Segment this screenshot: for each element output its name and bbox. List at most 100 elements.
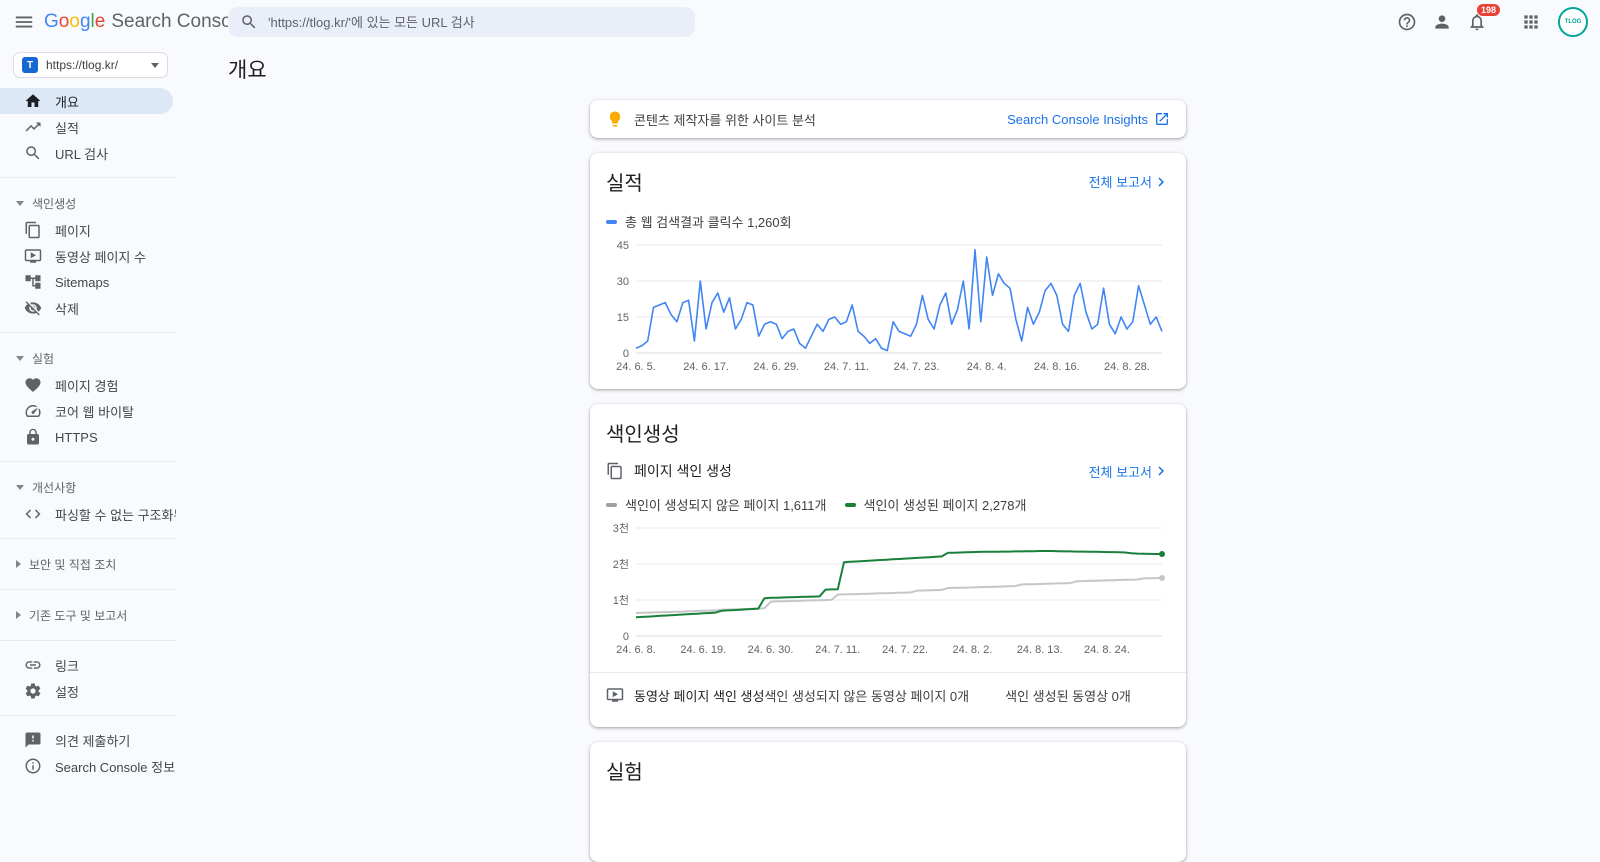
nav-label: 링크 <box>55 656 79 675</box>
svg-text:24. 7. 11.: 24. 7. 11. <box>815 644 860 656</box>
collapse-arrow-icon <box>16 485 24 490</box>
legend-label: 총 웹 검색결과 클릭수 1,260회 <box>625 212 792 231</box>
sidebar-section-experience[interactable]: 실험 <box>0 344 176 372</box>
sidebar-item-settings[interactable]: 설정 <box>0 678 173 704</box>
svg-text:0: 0 <box>623 631 629 643</box>
structured-data-icon <box>24 505 42 523</box>
svg-text:24. 8. 13.: 24. 8. 13. <box>1017 644 1063 656</box>
topbar: Google Search Console 198 TLOG <box>0 0 1600 44</box>
links-icon <box>24 656 42 674</box>
google-apps-button[interactable] <box>1517 8 1545 36</box>
person-icon <box>1432 12 1452 32</box>
help-button[interactable] <box>1393 8 1421 36</box>
sidebar-item-overview[interactable]: 개요 <box>0 88 173 114</box>
pages-icon <box>606 462 624 480</box>
divider <box>0 461 176 462</box>
nav-label: 동영상 페이지 수 <box>55 247 146 266</box>
expand-arrow-icon <box>16 611 21 619</box>
logo-word: Google <box>44 11 105 33</box>
nav-label: 코어 웹 바이탈 <box>55 402 134 421</box>
performance-full-report-link[interactable]: 전체 보고서 <box>1089 172 1170 191</box>
nav-label: HTTPS <box>55 430 98 445</box>
open-in-new-icon <box>1154 111 1170 127</box>
sidebar-item-about[interactable]: Search Console 정보 <box>0 753 173 779</box>
svg-text:24. 8. 28.: 24. 8. 28. <box>1104 361 1150 373</box>
svg-text:24. 6. 8.: 24. 6. 8. <box>616 644 656 656</box>
page-indexing-subheader: 페이지 색인 생성 전체 보고서 <box>606 461 1170 481</box>
sidebar-section-legacy-tools[interactable]: 기존 도구 및 보고서 <box>0 601 176 629</box>
pages-icon <box>24 221 42 239</box>
account-settings-button[interactable] <box>1428 8 1456 36</box>
search-input[interactable] <box>268 15 683 30</box>
legend-label: 색인이 생성된 페이지 2,278개 <box>864 495 1027 514</box>
video-indexing-row[interactable]: 동영상 페이지 색인 생성 색인 생성되지 않은 동영상 페이지 0개 색인 생… <box>606 673 1170 717</box>
video-indexing-label: 동영상 페이지 색인 생성 <box>634 686 764 705</box>
nav-label: 삭제 <box>55 299 79 318</box>
sidebar-item-url-inspection[interactable]: URL 검사 <box>0 140 173 166</box>
legend-dash-gray <box>606 503 617 507</box>
indexing-title: 색인생성 <box>606 418 680 447</box>
property-selector[interactable]: T https://tlog.kr/ <box>13 52 168 78</box>
section-label: 개선사항 <box>32 479 76 496</box>
legend-dash-blue <box>606 220 617 224</box>
avatar-text: TLOG <box>1565 19 1582 25</box>
nav-label: 실적 <box>55 118 79 137</box>
sidebar-item-unparsable-structured-data[interactable]: 파싱할 수 없는 구조화된 ... <box>0 501 173 527</box>
section-label: 실험 <box>32 350 54 367</box>
notifications-button[interactable]: 198 <box>1463 8 1491 36</box>
insights-banner: 콘텐츠 제작자를 위한 사이트 분석 Search Console Insigh… <box>590 100 1186 138</box>
menu-button[interactable] <box>6 4 42 40</box>
sidebar-item-feedback[interactable]: 의견 제출하기 <box>0 727 173 753</box>
visibility-off-icon <box>24 299 42 317</box>
nav-label: 파싱할 수 없는 구조화된 ... <box>55 505 176 524</box>
sidebar-section-enhancements[interactable]: 개선사항 <box>0 473 176 501</box>
sidebar-item-page-experience[interactable]: 페이지 경험 <box>0 372 173 398</box>
sidebar-item-video-pages[interactable]: 동영상 페이지 수 <box>0 243 173 269</box>
experience-title: 실험 <box>606 756 1170 785</box>
report-link-label: 전체 보고서 <box>1089 172 1152 191</box>
svg-text:24. 8. 4.: 24. 8. 4. <box>967 361 1007 373</box>
sidebar-item-links[interactable]: 링크 <box>0 652 173 678</box>
url-inspection-searchbox[interactable] <box>228 7 695 37</box>
legend-label: 색인이 생성되지 않은 페이지 1,611개 <box>625 495 827 514</box>
performance-title: 실적 <box>606 167 643 196</box>
nav-label: 의견 제출하기 <box>55 731 130 750</box>
sidebar-section-indexing[interactable]: 색인생성 <box>0 189 176 217</box>
sidebar-section-security[interactable]: 보안 및 직접 조치 <box>0 550 176 578</box>
sidebar-item-pages[interactable]: 페이지 <box>0 217 173 243</box>
hamburger-icon <box>13 11 35 33</box>
divider <box>0 589 176 590</box>
insights-link[interactable]: Search Console Insights <box>1007 111 1170 127</box>
section-label: 색인생성 <box>32 195 76 212</box>
divider <box>0 538 176 539</box>
sidebar-item-https[interactable]: HTTPS <box>0 424 173 450</box>
svg-text:24. 8. 2.: 24. 8. 2. <box>953 644 993 656</box>
indexing-legend-row: 색인이 생성되지 않은 페이지 1,611개 색인이 생성된 페이지 2,278… <box>606 495 1170 514</box>
property-label: https://tlog.kr/ <box>46 58 151 72</box>
experience-card: 실험 <box>590 742 1186 862</box>
divider <box>0 715 176 716</box>
nav-label: URL 검사 <box>55 144 108 163</box>
sidebar-item-performance[interactable]: 실적 <box>0 114 173 140</box>
svg-text:45: 45 <box>617 240 629 252</box>
help-icon <box>1397 12 1417 32</box>
divider <box>0 332 176 333</box>
svg-text:24. 7. 11.: 24. 7. 11. <box>824 361 869 373</box>
indexing-chart: 01천2천3천24. 6. 8.24. 6. 19.24. 6. 30.24. … <box>606 520 1170 662</box>
search-icon <box>240 13 258 31</box>
performance-card-header: 실적 전체 보고서 <box>606 167 1170 196</box>
expand-arrow-icon <box>16 560 21 568</box>
url-inspect-icon <box>24 144 42 162</box>
account-avatar[interactable]: TLOG <box>1558 7 1588 37</box>
sidebar-item-sitemaps[interactable]: Sitemaps <box>0 269 173 295</box>
logo-suffix: Search Console <box>111 11 246 33</box>
sidebar-item-removals[interactable]: 삭제 <box>0 295 173 321</box>
svg-text:15: 15 <box>617 312 629 324</box>
main-content: 개요 콘텐츠 제작자를 위한 사이트 분석 Search Console Ins… <box>176 44 1600 780</box>
sitemap-icon <box>24 273 42 291</box>
dropdown-caret-icon <box>151 63 159 68</box>
performance-chart: 015304524. 6. 5.24. 6. 17.24. 6. 29.24. … <box>606 237 1170 379</box>
indexing-card: 색인생성 페이지 색인 생성 전체 보고서 색인이 생성되지 않은 페이지 1,… <box>590 404 1186 727</box>
indexing-full-report-link[interactable]: 전체 보고서 <box>1089 462 1170 481</box>
sidebar-item-core-web-vitals[interactable]: 코어 웹 바이탈 <box>0 398 173 424</box>
